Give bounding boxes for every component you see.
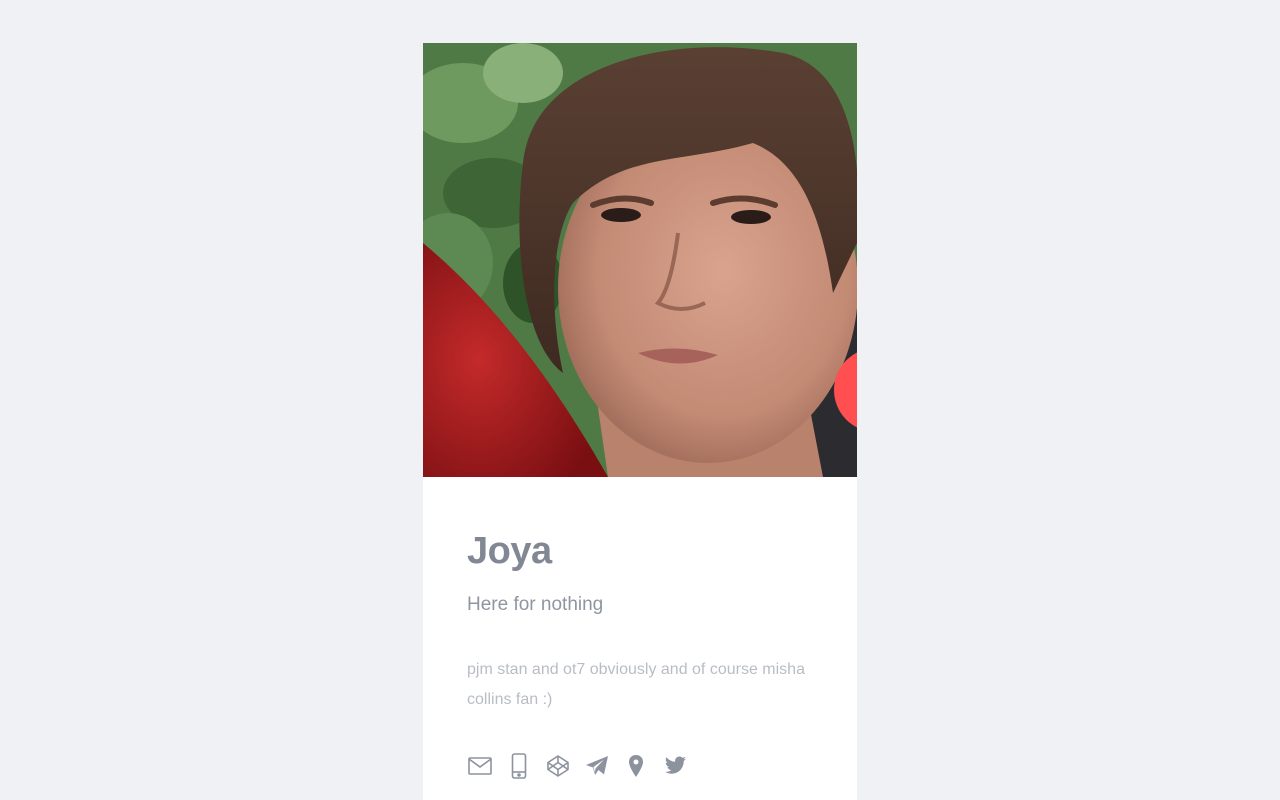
twitter-icon[interactable] bbox=[662, 753, 688, 779]
phone-icon[interactable] bbox=[506, 753, 532, 779]
telegram-icon[interactable] bbox=[584, 753, 610, 779]
codepen-icon[interactable] bbox=[545, 753, 571, 779]
profile-content: Joya Here for nothing pjm stan and ot7 o… bbox=[423, 477, 857, 779]
location-pin-icon[interactable] bbox=[623, 753, 649, 779]
mail-icon[interactable] bbox=[467, 753, 493, 779]
profile-bio: pjm stan and ot7 obviously and of course… bbox=[467, 661, 805, 708]
profile-tagline: Here for nothing bbox=[467, 594, 604, 615]
profile-photo bbox=[423, 43, 857, 477]
profile-card: Joya Here for nothing pjm stan and ot7 o… bbox=[423, 43, 857, 800]
contact-icons bbox=[467, 753, 813, 779]
profile-name: Joya bbox=[467, 530, 552, 572]
